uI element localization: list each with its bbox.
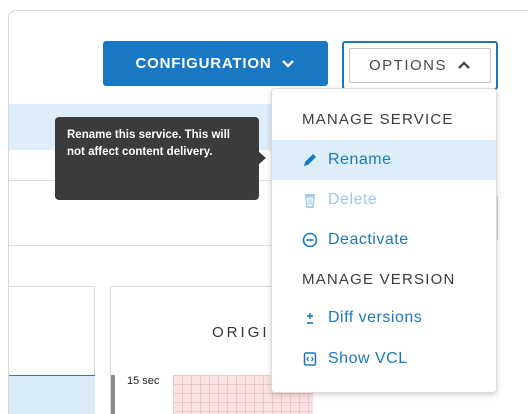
chevron-up-icon — [458, 61, 470, 69]
menu-item-label: Delete — [328, 191, 378, 208]
configuration-label: CONFIGURATION — [135, 55, 272, 72]
menu-item-show-vcl[interactable]: Show VCL — [272, 339, 496, 379]
options-menu: MANAGE SERVICE Rename Delete Deactivate … — [271, 88, 497, 393]
options-label: OPTIONS — [368, 57, 447, 74]
origin-card-title: ORIGI — [212, 324, 270, 341]
tooltip-text: Rename this service. This will not affec… — [67, 129, 230, 158]
menu-section-manage-service: MANAGE SERVICE — [302, 111, 454, 128]
options-button-inner: OPTIONS — [349, 48, 491, 83]
menu-item-label: Rename — [328, 151, 392, 168]
chevron-down-icon — [282, 60, 295, 68]
menu-item-diff-versions[interactable]: Diff versions — [272, 298, 496, 338]
menu-item-rename[interactable]: Rename — [272, 140, 496, 180]
configuration-button[interactable]: CONFIGURATION — [103, 41, 328, 86]
divider — [9, 245, 271, 246]
menu-item-label: Show VCL — [328, 350, 408, 367]
minus-circle-icon — [302, 232, 318, 248]
chart-axis-label: 15 sec — [127, 375, 160, 387]
divider — [497, 196, 498, 240]
stats-card-left — [9, 286, 95, 414]
menu-section-manage-version: MANAGE VERSION — [302, 271, 456, 288]
menu-item-deactivate[interactable]: Deactivate — [272, 220, 496, 260]
plus-minus-icon — [307, 313, 313, 324]
menu-item-delete[interactable]: Delete — [272, 180, 496, 220]
traffic-trace — [9, 375, 95, 414]
code-file-icon — [303, 352, 317, 366]
chart-axis-bar — [111, 375, 115, 414]
pencil-icon — [304, 154, 316, 166]
rename-tooltip: Rename this service. This will not affec… — [55, 117, 259, 200]
tooltip-arrow — [258, 151, 266, 165]
options-button[interactable]: OPTIONS — [342, 41, 498, 90]
menu-item-label: Deactivate — [328, 231, 409, 248]
menu-item-label: Diff versions — [328, 309, 423, 326]
trash-icon — [305, 194, 315, 208]
